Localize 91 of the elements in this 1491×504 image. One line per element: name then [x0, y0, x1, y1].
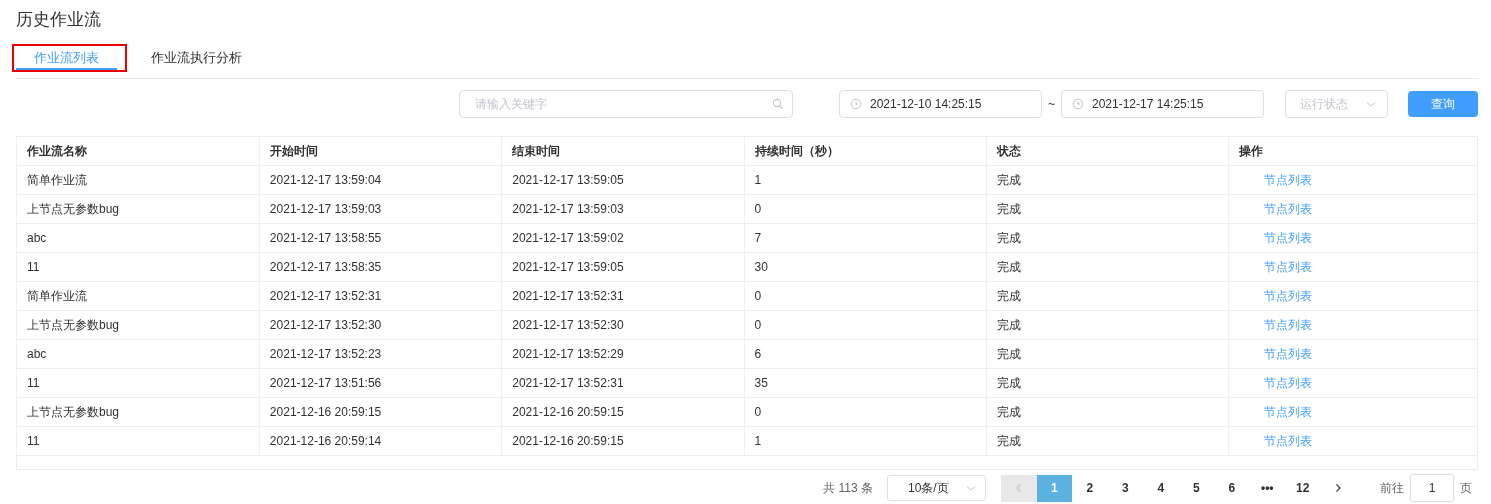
page-button[interactable]: 12: [1285, 474, 1321, 502]
table-cell: 35: [744, 368, 987, 398]
table-cell: 2021-12-17 13:52:30: [259, 310, 502, 340]
table-cell: 2021-12-17 13:59:02: [501, 223, 745, 253]
table-cell: 2021-12-17 13:59:03: [259, 194, 502, 224]
node-list-link[interactable]: 节点列表: [1264, 201, 1313, 216]
page-button[interactable]: 4: [1143, 474, 1179, 502]
table-cell: 2021-12-16 20:59:15: [259, 397, 502, 427]
table-cell: 2021-12-17 13:59:03: [501, 194, 745, 224]
table-cell: 0: [744, 281, 987, 311]
table-cell: 2021-12-17 13:52:31: [501, 281, 745, 311]
status-select[interactable]: 运行状态: [1285, 90, 1388, 118]
tab[interactable]: 作业流执行分析: [133, 48, 260, 70]
table-cell: 2021-12-17 13:52:23: [259, 339, 502, 369]
table-cell: 完成: [986, 310, 1229, 340]
table-cell: 2021-12-17 13:59:05: [501, 252, 745, 282]
node-list-link[interactable]: 节点列表: [1264, 433, 1313, 448]
query-button[interactable]: 查询: [1408, 91, 1478, 117]
page-number-field[interactable]: 1: [1410, 474, 1454, 502]
table-cell: 7: [744, 223, 987, 253]
table-cell: 完成: [986, 223, 1229, 253]
column-header: 结束时间: [501, 137, 745, 166]
table-cell: 6: [744, 339, 987, 369]
table-cell: 完成: [986, 368, 1229, 398]
page-button[interactable]: 5: [1178, 474, 1214, 502]
table-cell: 2021-12-17 13:58:55: [259, 223, 502, 253]
date-field[interactable]: 2021-12-10 14:25:15: [839, 90, 1042, 118]
table-cell: 完成: [986, 281, 1229, 311]
column-header: 状态: [986, 137, 1229, 166]
table-cell: 2021-12-16 20:59:15: [501, 426, 745, 456]
table-cell: 11: [17, 426, 260, 456]
node-list-link[interactable]: 节点列表: [1264, 404, 1313, 419]
node-list-link[interactable]: 节点列表: [1264, 288, 1313, 303]
tab[interactable]: 作业流列表: [16, 48, 117, 70]
table-cell: 2021-12-17 13:58:35: [259, 252, 502, 282]
search-icon: [772, 98, 784, 110]
table-cell: 上节点无参数bug: [17, 194, 260, 224]
table-cell: 2021-12-16 20:59:15: [501, 397, 745, 427]
column-header: 操作: [1228, 137, 1477, 166]
column-header: 开始时间: [259, 137, 502, 166]
node-list-link[interactable]: 节点列表: [1264, 172, 1313, 187]
table-cell: 2021-12-17 13:52:30: [501, 310, 745, 340]
table-cell: 2021-12-16 20:59:14: [259, 426, 502, 456]
table-cell: abc: [17, 223, 260, 253]
search-field[interactable]: 请输入关键字: [459, 90, 793, 118]
page-button[interactable]: 3: [1107, 474, 1143, 502]
node-list-link[interactable]: 节点列表: [1264, 230, 1313, 245]
date-field[interactable]: 2021-12-17 14:25:15: [1061, 90, 1264, 118]
table-cell: 11: [17, 252, 260, 282]
table-cell: 完成: [986, 252, 1229, 282]
table-cell: 30: [744, 252, 987, 282]
page-button[interactable]: 1: [1036, 474, 1072, 502]
column-header: 持续时间（秒）: [744, 137, 987, 166]
table-cell: 1: [744, 426, 987, 456]
table-cell: 简单作业流: [17, 165, 260, 195]
table-cell: 2021-12-17 13:52:29: [501, 339, 745, 369]
range-separator: ~: [1048, 97, 1055, 111]
table-cell: 1: [744, 165, 987, 195]
table-cell: 简单作业流: [17, 281, 260, 311]
page-title: 历史作业流: [16, 9, 102, 31]
node-list-link[interactable]: 节点列表: [1264, 317, 1313, 332]
page-button[interactable]: •••: [1249, 474, 1285, 502]
table-cell: 2021-12-17 13:59:05: [501, 165, 745, 195]
table-cell: 上节点无参数bug: [17, 310, 260, 340]
node-list-link[interactable]: 节点列表: [1264, 346, 1313, 361]
table-cell: abc: [17, 339, 260, 369]
page-button[interactable]: 6: [1214, 474, 1250, 502]
table-cell: 2021-12-17 13:51:56: [259, 368, 502, 398]
clock-icon: [1072, 98, 1084, 110]
node-list-link[interactable]: 节点列表: [1264, 259, 1313, 274]
goto-label: 前往: [1380, 479, 1404, 497]
table-cell: 2021-12-17 13:52:31: [259, 281, 502, 311]
table-cell: 0: [744, 310, 987, 340]
table-cell: 2021-12-17 13:59:04: [259, 165, 502, 195]
table-cell: 11: [17, 368, 260, 398]
table-cell: 完成: [986, 339, 1229, 369]
page-button[interactable]: 2: [1072, 474, 1108, 502]
table-cell: 上节点无参数bug: [17, 397, 260, 427]
table-cell: 2021-12-17 13:52:31: [501, 368, 745, 398]
page-size-select[interactable]: 10条/页: [887, 475, 986, 501]
node-list-link[interactable]: 节点列表: [1264, 375, 1313, 390]
table-cell: 完成: [986, 194, 1229, 224]
column-header: 作业流名称: [17, 137, 260, 166]
table-cell: 完成: [986, 426, 1229, 456]
table-cell: 0: [744, 397, 987, 427]
total-count: 共 113 条: [823, 479, 873, 497]
table-cell: 0: [744, 194, 987, 224]
table-cell: 完成: [986, 397, 1229, 427]
page-suffix: 页: [1460, 479, 1472, 497]
table-cell: 完成: [986, 165, 1229, 195]
clock-icon: [850, 98, 862, 110]
